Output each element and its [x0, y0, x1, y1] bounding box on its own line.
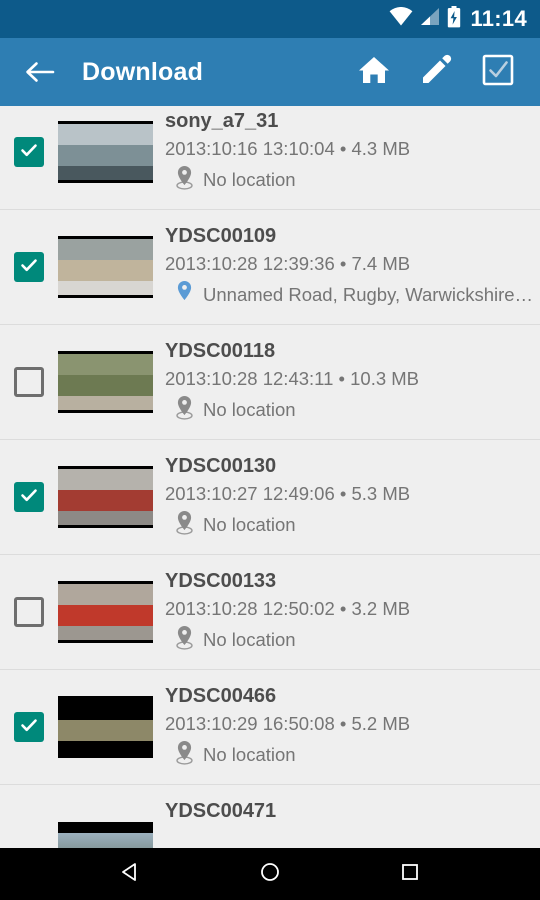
checkbox-checked[interactable]: [14, 712, 44, 742]
nav-recents-button[interactable]: [380, 848, 440, 900]
thumbnail[interactable]: [58, 121, 153, 183]
file-meta: 2013:10:28 12:39:36 • 7.4 MB: [165, 253, 411, 275]
location-row: No location: [165, 395, 534, 425]
thumbnail[interactable]: [58, 822, 153, 848]
location-text: No location: [203, 513, 296, 535]
checkbox-unchecked[interactable]: [14, 367, 44, 397]
thumbnail[interactable]: [58, 466, 153, 528]
location-text: No location: [203, 168, 296, 190]
location-pin-icon: [175, 280, 194, 310]
thumbnail[interactable]: [58, 696, 153, 758]
row-body: sony_a7_31 2013:10:16 13:10:04 • 4.3 MB No…: [153, 109, 540, 195]
check-icon: [19, 485, 39, 510]
pencil-icon: [420, 54, 452, 91]
home-icon: [357, 55, 391, 90]
location-row: No location: [165, 165, 534, 195]
thumbnail[interactable]: [58, 236, 153, 298]
page-title: Download: [82, 57, 204, 86]
location-text: No location: [203, 743, 296, 765]
list-rows: sony_a7_31 2013:10:16 13:10:04 • 4.3 MB No…: [0, 106, 540, 785]
status-bar: 11:14: [0, 0, 540, 38]
location-text: Unnamed Road, Rugby, Warwickshire…: [203, 283, 534, 305]
location-text: No location: [203, 398, 296, 420]
nav-back-button[interactable]: [100, 848, 160, 900]
android-screen: 11:14 Download sony_a7_31 2013:10:16 13:…: [0, 0, 540, 900]
location-pin-icon: [175, 395, 194, 425]
file-meta: 2013:10:28 12:43:11 • 10.3 MB: [165, 368, 420, 390]
row-body: YDSC00130 2013:10:27 12:49:06 • 5.3 MB No …: [153, 454, 540, 540]
file-name: YDSC00133: [165, 570, 277, 593]
list-item[interactable]: YDSC00130 2013:10:27 12:49:06 • 5.3 MB No …: [0, 440, 540, 555]
row-body: YDSC00471: [153, 799, 540, 824]
location-row: No location: [165, 625, 534, 655]
row-checkbox[interactable]: [0, 482, 58, 512]
status-clock: 11:14: [470, 6, 527, 31]
location-pin-icon: [175, 625, 194, 655]
row-body: YDSC00118 2013:10:28 12:43:11 • 10.3 MB No…: [153, 339, 540, 425]
row-body: YDSC00133 2013:10:28 12:50:02 • 3.2 MB No …: [153, 569, 540, 655]
thumbnail[interactable]: [58, 581, 153, 643]
row-checkbox[interactable]: [0, 712, 58, 742]
list-item[interactable]: YDSC00109 2013:10:28 12:39:36 • 7.4 MB Unn…: [0, 210, 540, 325]
list-item[interactable]: YDSC00466 2013:10:29 16:50:08 • 5.2 MB No …: [0, 670, 540, 785]
file-meta: 2013:10:16 13:10:04 • 4.3 MB: [165, 138, 411, 160]
file-name: YDSC00130: [165, 455, 277, 478]
wifi-icon: [389, 6, 413, 31]
file-meta: 2013:10:28 12:50:02 • 3.2 MB: [165, 598, 411, 620]
check-icon: [19, 140, 39, 165]
checkbox-checked[interactable]: [14, 252, 44, 282]
checkbox-checked[interactable]: [14, 482, 44, 512]
location-row: Unnamed Road, Rugby, Warwickshire…: [165, 280, 534, 310]
navigation-bar: [0, 848, 540, 900]
file-meta: 2013:10:29 16:50:08 • 5.2 MB: [165, 713, 411, 735]
list-item[interactable]: YDSC00118 2013:10:28 12:43:11 • 10.3 MB No…: [0, 325, 540, 440]
square-icon: [398, 860, 422, 889]
row-body: YDSC00109 2013:10:28 12:39:36 • 7.4 MB Unn…: [153, 224, 540, 310]
row-checkbox[interactable]: [0, 137, 58, 167]
check-icon: [19, 715, 39, 740]
checkbox-checked[interactable]: [14, 137, 44, 167]
file-list[interactable]: No location sony_a7_31 2013:10:16 13:10:0…: [0, 106, 540, 848]
row-checkbox[interactable]: [0, 367, 58, 397]
location-pin-icon: [175, 165, 194, 195]
row-checkbox[interactable]: [0, 252, 58, 282]
row-body: YDSC00466 2013:10:29 16:50:08 • 5.2 MB No …: [153, 684, 540, 770]
circle-icon: [258, 860, 282, 889]
select-all-button[interactable]: [478, 50, 518, 94]
back-button[interactable]: [18, 50, 62, 94]
cellular-signal-icon: [420, 7, 440, 31]
location-pin-icon: [175, 740, 194, 770]
file-name: YDSC00109: [165, 225, 277, 248]
list-item[interactable]: YDSC00133 2013:10:28 12:50:02 • 3.2 MB No …: [0, 555, 540, 670]
home-button[interactable]: [354, 50, 394, 94]
thumbnail[interactable]: [58, 351, 153, 413]
nav-home-button[interactable]: [240, 848, 300, 900]
location-row: No location: [165, 740, 534, 770]
triangle-left-icon: [118, 860, 142, 889]
list-item[interactable]: YDSC00471: [0, 785, 540, 848]
file-name: YDSC00466: [165, 685, 277, 708]
edit-button[interactable]: [416, 50, 456, 94]
checkbox-unchecked[interactable]: [14, 597, 44, 627]
location-text: No location: [203, 628, 296, 650]
row-checkbox[interactable]: [0, 597, 58, 627]
location-row: No location: [165, 510, 534, 540]
file-name: YDSC00471: [165, 800, 277, 822]
appbar-actions: [354, 50, 526, 94]
app-bar: Download: [0, 38, 540, 106]
list-item[interactable]: sony_a7_31 2013:10:16 13:10:04 • 4.3 MB No…: [0, 106, 540, 210]
file-name: sony_a7_31: [165, 110, 279, 133]
file-name: YDSC00118: [165, 340, 276, 363]
check-icon: [19, 255, 39, 280]
battery-charging-icon: [447, 5, 461, 33]
location-pin-icon: [175, 510, 194, 540]
checkbox-icon: [482, 54, 514, 91]
row-checkbox[interactable]: [0, 827, 58, 848]
file-meta: 2013:10:27 12:49:06 • 5.3 MB: [165, 483, 411, 505]
